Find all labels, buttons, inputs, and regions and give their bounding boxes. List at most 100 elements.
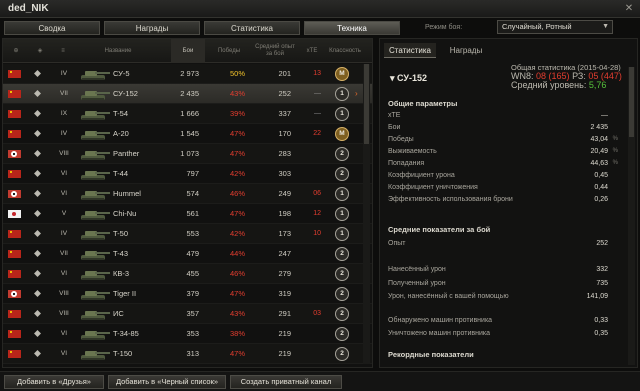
battle-mode-value: Случайный, Ротный [502, 22, 572, 31]
details-tab-awards[interactable]: Награды [440, 43, 492, 58]
xte [303, 244, 321, 264]
table-row[interactable]: VII T-43 479 44% 247 2 [3, 244, 372, 264]
stat-row: Победы 43,04% [388, 136, 620, 146]
tank-icon [81, 91, 110, 100]
header-wins[interactable]: Победы [209, 39, 249, 63]
table-row[interactable]: IV T-50 553 42% 173 10 1 [3, 224, 372, 244]
winrate: 38% [229, 329, 245, 338]
nation-flag-icon [8, 270, 21, 278]
header-battles[interactable]: Бои [171, 39, 205, 63]
mastery-badge-icon: 1 [335, 87, 349, 101]
table-header: ⊕ ◈ ≡ Название Бои Победы Средний опыт з… [3, 39, 372, 63]
tab-awards[interactable]: Награды [104, 21, 200, 35]
tier: IV [60, 130, 68, 137]
header-name[interactable]: Название [75, 39, 161, 63]
mastery-badge-icon: 2 [335, 247, 349, 261]
vehicle-class-icon [34, 130, 41, 137]
stat-value: 0,45 [594, 172, 608, 179]
table-row[interactable]: VI T-34-85 353 38% 219 2 [3, 324, 372, 344]
battle-mode-label: Режим боя: [425, 24, 463, 31]
scrollbar-thumb[interactable] [364, 64, 369, 144]
tab-statistics[interactable]: Статистика [204, 21, 300, 35]
tier-sort-icon[interactable]: ≡ [53, 39, 73, 63]
table-scrollbar[interactable] [363, 64, 370, 364]
avg-level-label: Средний уровень: [511, 80, 587, 90]
stat-value: 0,44 [594, 184, 608, 191]
tier: VI [60, 190, 68, 197]
details-scrollbar[interactable] [628, 67, 635, 365]
tank-name: СУ-5 [113, 69, 130, 78]
stat-value: 2 435 [590, 124, 608, 131]
stat-value: 252 [596, 240, 608, 247]
add-friend-button[interactable]: Добавить в «Друзья» [4, 375, 104, 389]
battles: 455 [186, 269, 199, 278]
tier: IV [60, 230, 68, 237]
tab-vehicles[interactable]: Техника [304, 21, 400, 35]
battles: 1 073 [180, 149, 199, 158]
bottom-bar: Добавить в «Друзья» Добавить в «Черный с… [0, 371, 640, 391]
table-row[interactable]: IX T-54 1 666 39% 337 — 1 [3, 104, 372, 124]
selected-tank-title[interactable]: ▾ СУ-152 [390, 73, 427, 84]
table-row[interactable]: VI КВ-3 455 46% 279 2 [3, 264, 372, 284]
stat-row: Полученный урон 735 [388, 280, 620, 290]
selected-tank-name: СУ-152 [397, 73, 428, 83]
xte: 22 [313, 130, 321, 137]
avg-xp: 201 [278, 69, 291, 78]
stat-label: Коэффициент урона [388, 172, 455, 179]
battles: 553 [186, 229, 199, 238]
stat-row: xTE — [388, 112, 620, 122]
header-xte[interactable]: xTE [299, 39, 325, 63]
header-mastery[interactable]: Классность [327, 39, 363, 63]
stat-row: Нанесённый урон 332 [388, 266, 620, 276]
section-general: Общие параметры [388, 99, 458, 108]
nation-sort-icon[interactable]: ⊕ [5, 39, 27, 63]
mastery-badge-icon: 1 [335, 207, 349, 221]
table-row[interactable]: IV A-20 1 545 47% 170 22 M [3, 124, 372, 144]
table-row[interactable]: VIII Tiger II 379 47% 319 2 [3, 284, 372, 304]
stat-value: 141,09 [586, 293, 608, 300]
xte: — [314, 90, 321, 97]
table-row[interactable]: VI T-44 797 42% 303 2 [3, 164, 372, 184]
table-row[interactable]: VI Hummel 574 46% 249 06 1 [3, 184, 372, 204]
winrate: 46% [229, 269, 245, 278]
battle-mode-select[interactable]: Случайный, Ротный ▼ [497, 20, 613, 34]
table-row[interactable]: V Chi-Nu 561 47% 198 12 1 [3, 204, 372, 224]
nation-flag-icon [8, 230, 21, 238]
details-tab-statistics[interactable]: Статистика [384, 43, 436, 58]
add-blacklist-button[interactable]: Добавить в «Черный список» [108, 375, 226, 389]
header-avg-xp[interactable]: Средний опыт за бой [253, 39, 297, 63]
avg-xp: 252 [278, 89, 291, 98]
tier: VII [60, 250, 68, 257]
tier: VIII [59, 290, 69, 297]
battles: 357 [186, 309, 199, 318]
battles: 1 666 [180, 109, 199, 118]
avg-xp: 173 [278, 229, 291, 238]
stat-value: 43,04 [590, 136, 608, 143]
tank-name: A-20 [113, 129, 129, 138]
tank-icon [81, 111, 110, 120]
details-scrollbar-thumb[interactable] [629, 67, 634, 137]
battles: 561 [186, 209, 199, 218]
tank-icon [81, 311, 110, 320]
nation-flag-icon [8, 110, 21, 118]
close-icon[interactable]: ✕ [623, 3, 635, 15]
table-row[interactable]: VI T-150 313 47% 219 2 [3, 344, 372, 364]
class-sort-icon[interactable]: ◈ [29, 39, 51, 63]
table-row[interactable]: VII СУ-152 2 435 43% 252 — 1 › [3, 84, 372, 104]
tank-name: T-43 [113, 249, 129, 258]
stat-label: xTE [388, 112, 401, 119]
vehicle-class-icon [34, 150, 41, 157]
mastery-badge-icon: 1 [335, 107, 349, 121]
stat-label: Попадания [388, 160, 425, 167]
table-row[interactable]: IV СУ-5 2 973 50% 201 13 M [3, 64, 372, 84]
create-private-channel-button[interactable]: Создать приватный канал [230, 375, 342, 389]
stat-label: Урон, нанесённый с вашей помощью [388, 293, 509, 300]
avg-xp: 198 [278, 209, 291, 218]
tank-name: ИС [113, 309, 124, 318]
tank-name: Tiger II [113, 289, 137, 298]
battles: 2 973 [180, 69, 199, 78]
tab-summary[interactable]: Сводка [4, 21, 100, 35]
tank-name: Panther [113, 149, 140, 158]
table-row[interactable]: VIII ИС 357 43% 291 03 2 [3, 304, 372, 324]
table-row[interactable]: VIII Panther 1 073 47% 283 2 [3, 144, 372, 164]
